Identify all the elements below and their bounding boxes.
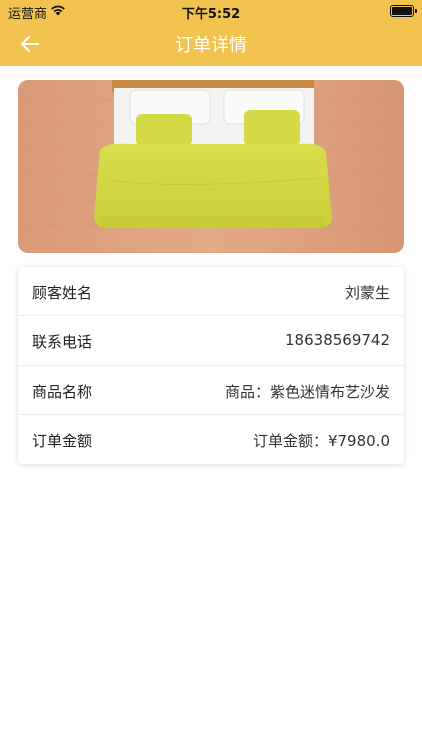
info-value: 订单金额：¥7980.0 [252,431,390,450]
battery-icon [390,5,417,17]
info-row-customer-name: 顾客姓名 刘蒙生 [18,267,404,317]
info-row-order-amount: 订单金额 订单金额：¥7980.0 [18,415,404,464]
info-label: 顾客姓名 [32,284,93,302]
info-row-product-name: 商品名称 商品：紫色迷情布艺沙发 [18,366,404,415]
info-value: 18638569742 [285,331,390,350]
page-title: 订单详情 [175,35,247,56]
order-info-card: 顾客姓名 刘蒙生 联系电话 18638569742 商品名称 商品：紫色迷情布艺… [18,267,404,464]
nav-bar: 订单详情 [0,22,422,66]
info-label: 联系电话 [32,333,93,352]
info-label: 商品名称 [32,382,93,401]
product-image [18,80,404,253]
info-value: 商品：紫色迷情布艺沙发 [224,382,390,401]
header: 运营商 下午5:52 订单详情 [0,0,422,66]
status-time: 下午5:52 [181,7,241,22]
info-label: 订单金额 [32,431,93,450]
status-bar: 运营商 下午5:52 [0,0,422,22]
info-row-phone: 联系电话 18638569742 [18,316,404,366]
info-value: 刘蒙生 [344,284,390,302]
